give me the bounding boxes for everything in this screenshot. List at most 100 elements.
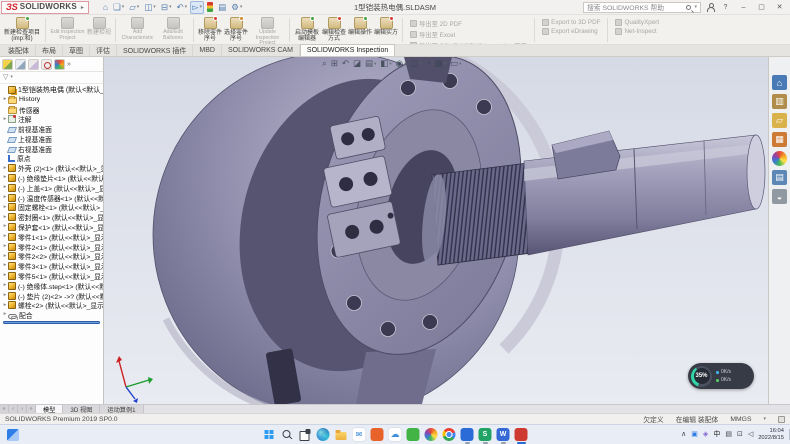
- tree-root-item[interactable]: 1型铠装热电偶 (默认<默认_显示状态-1: [0, 85, 103, 95]
- tree-item[interactable]: ▸固定螺栓<1> (默认<<默认>_显示状: [0, 203, 103, 213]
- status-tag-icon[interactable]: [778, 416, 785, 423]
- tree-item[interactable]: ▸(-) 温度传感器<1> (默认<<默认>_显: [0, 193, 103, 203]
- open-button[interactable]: ▱▾: [127, 1, 141, 14]
- tree-item[interactable]: ▸外壳 (2)<1> (默认<<默认>_显示状态: [0, 163, 103, 173]
- tree-item[interactable]: ▸螺栓<2> (默认<<默认>_显示状态: [0, 301, 103, 311]
- file-properties-button[interactable]: ▤: [216, 1, 228, 14]
- annotation-views-icon[interactable]: ▤▾: [365, 57, 376, 70]
- model-thread-collar[interactable]: [418, 163, 532, 267]
- search-caret-icon[interactable]: ▾: [694, 4, 697, 10]
- tree-item[interactable]: 上视基准面: [0, 134, 103, 144]
- custom-properties-tab[interactable]: ▤: [772, 170, 787, 185]
- tab-scroll-button[interactable]: ›: [18, 405, 27, 413]
- displaymanager-tab[interactable]: [54, 59, 65, 70]
- ribbon-button-7[interactable]: 选择零件序号: [223, 16, 249, 44]
- minimize-button[interactable]: –: [737, 1, 750, 14]
- taskbar-clock[interactable]: 16:04 2022/8/15: [758, 428, 784, 441]
- tray-expand-icon[interactable]: ∧: [681, 431, 686, 438]
- tree-item[interactable]: ▸(-) 绝缘垫片<1> (默认<<默认>_显示: [0, 173, 103, 183]
- tree-item[interactable]: ▸零件3<1> (默认<<默认>_显示状态: [0, 261, 103, 271]
- performance-overlay[interactable]: 35% 0K/s0K/s: [688, 363, 754, 389]
- file-explorer-icon[interactable]: [335, 428, 348, 441]
- start-icon[interactable]: [263, 428, 276, 441]
- tree-item[interactable]: ▸零件2<2> (默认<<默认>_显示状态: [0, 252, 103, 262]
- tree-item[interactable]: ▸(-) 绝缘体.step<1> (默认<<默认>_: [0, 281, 103, 291]
- filter-funnel-icon[interactable]: ▽: [3, 73, 8, 81]
- doc-tab[interactable]: 3D 视图: [63, 405, 100, 413]
- file-explorer-tab[interactable]: ▱: [772, 113, 787, 128]
- tray-blue-icon[interactable]: ▣: [691, 431, 698, 438]
- commandmanager-tab-8[interactable]: SOLIDWORKS Inspection: [300, 44, 395, 56]
- zoom-area-icon[interactable]: ⊞: [331, 57, 338, 70]
- doc-tab[interactable]: 模型: [36, 405, 63, 413]
- solidworks-app-icon[interactable]: [515, 428, 528, 441]
- home-button[interactable]: ⌂: [101, 1, 110, 14]
- widgets-icon[interactable]: [7, 429, 19, 441]
- graphics-area[interactable]: ⌕⊞↶◪▤▾◧▾◉▾◫▾◔▩▾▭▾ 35% 0K/s0K/s: [104, 57, 768, 404]
- model-probe-tube[interactable]: [524, 131, 765, 255]
- viewport-3d-model[interactable]: [104, 57, 768, 404]
- ribbon-button-10[interactable]: 编辑检查方式: [321, 16, 347, 44]
- edge-icon[interactable]: [317, 428, 330, 441]
- tree-item[interactable]: ▸History: [0, 95, 103, 105]
- ime-icon[interactable]: 中: [713, 431, 720, 438]
- rollback-bar[interactable]: [3, 321, 100, 324]
- cloud-app-icon[interactable]: ☁: [389, 428, 402, 441]
- hide-show-items-icon[interactable]: ◫▾: [410, 57, 421, 70]
- appearances-tab[interactable]: [772, 151, 787, 166]
- tree-item[interactable]: ▸配合: [0, 310, 103, 320]
- select-button[interactable]: ▻▾: [190, 1, 204, 14]
- view-settings-icon[interactable]: ▭▾: [450, 57, 461, 70]
- help-button[interactable]: ?: [719, 1, 732, 14]
- tree-item[interactable]: 传感器: [0, 105, 103, 115]
- orange-app-icon[interactable]: [371, 428, 384, 441]
- green-app-icon[interactable]: [407, 428, 420, 441]
- ribbon-button-11[interactable]: 编辑操作: [347, 16, 373, 44]
- configurationmanager-tab[interactable]: [28, 59, 39, 70]
- ribbon-button-1[interactable]: 新建检查项目(imp:和): [2, 16, 42, 44]
- doc-tab[interactable]: 运动算例1: [100, 405, 143, 413]
- search-input[interactable]: 搜索 SOLIDWORKS 帮助 ▾: [583, 2, 701, 13]
- restore-button[interactable]: ▢: [755, 1, 768, 14]
- app-menu-logo[interactable]: ЗS SOLIDWORKS ▸: [1, 1, 89, 14]
- task-view-icon[interactable]: [299, 428, 312, 441]
- tree-item[interactable]: ▸零件1<1> (默认<<默认>_显示状态: [0, 232, 103, 242]
- save-button[interactable]: ◫▾: [142, 1, 158, 14]
- filter-caret-icon[interactable]: ▾: [10, 74, 13, 80]
- tree-item[interactable]: ▸零件5<1> (默认<<默认>_显示状态: [0, 271, 103, 281]
- dimxpertmanager-tab[interactable]: [41, 59, 52, 70]
- design-library-tab[interactable]: ▥: [772, 94, 787, 109]
- tray-monitor-icon[interactable]: ⊡: [737, 431, 743, 438]
- account-icon[interactable]: [706, 3, 714, 12]
- featuremanager-tab[interactable]: [2, 59, 13, 70]
- search-icon[interactable]: [281, 428, 294, 441]
- tree-item[interactable]: 右视基准面: [0, 144, 103, 154]
- zoom-fit-icon[interactable]: ⌕: [322, 57, 327, 70]
- tree-item[interactable]: ▸保护套<1> (默认<<默认>_显示状态: [0, 222, 103, 232]
- tab-scroll-button[interactable]: «: [0, 405, 9, 413]
- search-icon[interactable]: [686, 5, 691, 10]
- tree-item[interactable]: ▸(-) 上盖<1> (默认<<默认>_显示状态: [0, 183, 103, 193]
- green-s-app-icon[interactable]: S: [479, 428, 492, 441]
- propertymanager-tab[interactable]: [15, 59, 26, 70]
- undo-button[interactable]: ↶▾: [174, 1, 189, 14]
- commandmanager-tab-5[interactable]: SOLIDWORKS 插件: [117, 45, 193, 56]
- tab-scroll-button[interactable]: »: [27, 405, 36, 413]
- tree-item[interactable]: ▸注解: [0, 114, 103, 124]
- chrome-icon[interactable]: [443, 428, 456, 441]
- resources-tab[interactable]: ⌂: [772, 75, 787, 90]
- tree-filter[interactable]: ▽ ▾: [0, 72, 103, 84]
- tray-volume-icon[interactable]: ◁: [748, 431, 753, 438]
- tray-grid-icon[interactable]: ▤: [725, 431, 732, 438]
- wps-app-icon[interactable]: W: [497, 428, 510, 441]
- rebuild-button[interactable]: [205, 1, 215, 14]
- blue-app-icon[interactable]: [461, 428, 474, 441]
- commandmanager-tab-1[interactable]: 装配体: [2, 45, 36, 56]
- units-caret-icon[interactable]: ▾: [763, 416, 766, 422]
- apply-scene-icon[interactable]: ▩▾: [435, 57, 446, 70]
- view-orientation-icon[interactable]: ◧▾: [380, 57, 391, 70]
- options-button[interactable]: ⚙▾: [229, 1, 244, 14]
- forum-tab[interactable]: ◒: [772, 189, 787, 204]
- tree-item[interactable]: ▸零件2<1> (默认<<默认>_显示状态: [0, 242, 103, 252]
- tree-item[interactable]: ▸(-) 垫片 (2)<2> ->? (默认<<默认>_: [0, 291, 103, 301]
